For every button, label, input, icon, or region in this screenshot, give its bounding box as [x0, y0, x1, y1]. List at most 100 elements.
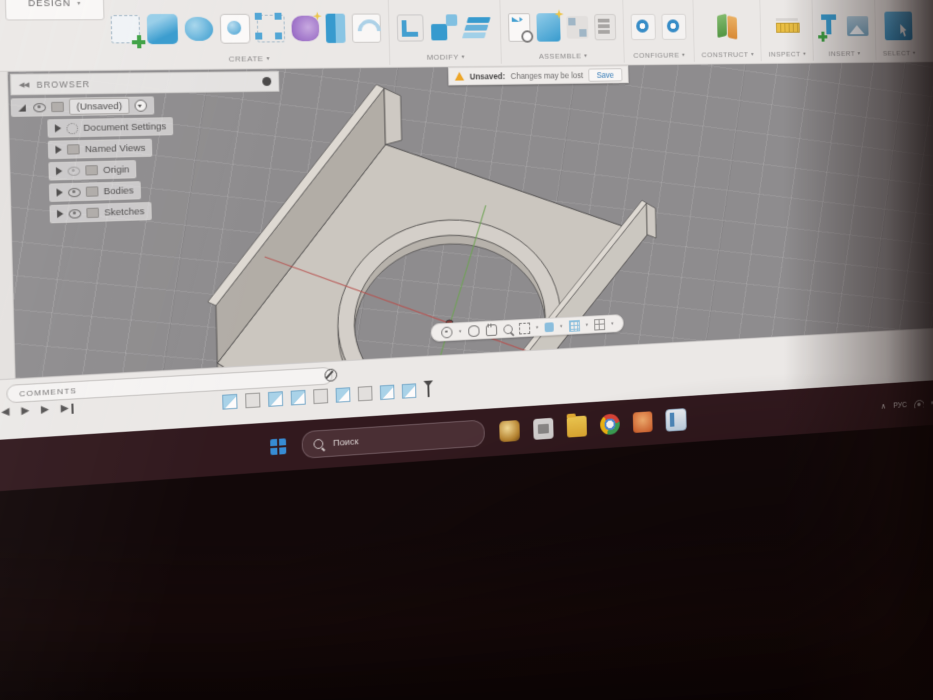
revolve-icon[interactable]	[184, 16, 214, 41]
tree-item-bodies[interactable]: Bodies	[48, 181, 142, 202]
expander-icon[interactable]	[56, 209, 64, 219]
insert-derive-icon[interactable]	[507, 13, 531, 42]
timeline-feature[interactable]	[357, 385, 373, 401]
assemble-label-text: ASSEMBLE	[538, 51, 582, 61]
tree-root-document[interactable]: (Unsaved)	[10, 96, 155, 117]
workspace-dropdown[interactable]: DESIGN ▾	[4, 0, 105, 21]
modify-group-label[interactable]: MODIFY ▾	[398, 52, 494, 62]
viewports-icon[interactable]	[594, 318, 606, 331]
timeline-feature-sketch[interactable]	[290, 389, 306, 405]
start-button-icon[interactable]	[270, 438, 287, 456]
mesh-icon[interactable]	[256, 14, 286, 43]
configure-group-label[interactable]: CONFIGURE ▾	[632, 51, 687, 60]
combine-icon[interactable]	[430, 13, 459, 42]
configure-icon[interactable]	[630, 13, 656, 41]
select-icon[interactable]	[884, 11, 913, 41]
timeline-feature-sketch[interactable]	[267, 390, 284, 407]
sheet-flange-icon[interactable]	[325, 13, 346, 44]
visibility-eye-icon[interactable]	[67, 166, 81, 176]
timeline-feature[interactable]	[245, 392, 261, 408]
chevron-down-icon[interactable]: ▾	[560, 323, 562, 329]
insert-group-label[interactable]: INSERT ▾	[820, 49, 869, 58]
construct-plane-icon[interactable]	[714, 13, 740, 41]
model-left-wall-tip	[384, 88, 402, 144]
plastic-part-icon[interactable]	[291, 15, 320, 42]
expander-open-icon[interactable]	[18, 103, 26, 112]
display-settings-icon[interactable]	[544, 321, 554, 332]
chevron-down-icon[interactable]: ▾	[536, 324, 538, 330]
app-game-gold-icon[interactable]	[499, 419, 520, 443]
measure-icon[interactable]	[774, 15, 800, 39]
extrude-icon[interactable]	[146, 13, 179, 45]
form-icon[interactable]	[219, 13, 251, 44]
joint-icon[interactable]	[536, 13, 561, 42]
document-icon	[51, 101, 64, 113]
collapse-panel-icon[interactable]: ◀◀	[19, 80, 29, 88]
insert-canvas-icon[interactable]	[846, 16, 869, 37]
orbit-icon[interactable]	[441, 325, 453, 339]
viewport-3d[interactable]: ◀◀ BROWSER (Unsaved) Document Settings N…	[7, 61, 933, 379]
create-group-label[interactable]: CREATE ▾	[112, 53, 382, 64]
chevron-down-icon[interactable]: ▾	[611, 321, 613, 327]
expander-icon[interactable]	[56, 188, 63, 197]
chevron-down-icon[interactable]: ▾	[459, 328, 461, 334]
timeline-feature[interactable]	[313, 388, 329, 404]
assemble-group-label[interactable]: ASSEMBLE ▾	[509, 51, 617, 61]
chevron-down-icon[interactable]: ▾	[586, 322, 588, 328]
ribbon-toolbar: CREATE ▾ MODIFY ▾ ASSEMBLE ▾ CONFIGURE ▾…	[101, 0, 922, 68]
expander-icon[interactable]	[55, 145, 62, 154]
fusion360-window: DESIGN ▾ SOLID SURFACE MESH SHEET METAL …	[0, 0, 933, 700]
timeline-feature-sketch[interactable]	[222, 393, 238, 410]
timeline-feature-sketch[interactable]	[379, 384, 395, 400]
origin-icon	[85, 165, 99, 176]
wifi-icon[interactable]	[914, 399, 924, 408]
app-game-orange-icon[interactable]	[632, 411, 653, 434]
sweep-icon[interactable]	[351, 13, 382, 43]
visibility-eye-icon[interactable]	[67, 187, 81, 197]
language-indicator[interactable]: РУС	[893, 400, 907, 410]
timeline-position-marker[interactable]	[427, 381, 430, 398]
step-forward-button[interactable]: ▶	[41, 404, 49, 416]
inspect-group-label[interactable]: INSPECT ▾	[768, 50, 806, 58]
search-input[interactable]	[330, 427, 474, 450]
step-back-button[interactable]: ◀	[1, 406, 10, 418]
taskbar-search[interactable]	[301, 419, 485, 459]
visibility-eye-icon[interactable]	[33, 102, 47, 112]
zoom-icon[interactable]	[502, 323, 513, 334]
chevron-down-icon: ▾	[461, 54, 465, 61]
document-menu-icon[interactable]	[134, 99, 147, 112]
file-explorer-icon[interactable]	[566, 415, 587, 438]
look-at-icon[interactable]	[467, 324, 480, 337]
select-group-label[interactable]: SELECT ▾	[883, 49, 916, 57]
timeline-feature-sketch[interactable]	[335, 386, 351, 403]
go-to-end-button[interactable]: ▶	[61, 403, 74, 415]
comments-options-icon[interactable]	[324, 368, 338, 382]
grid-snaps-icon[interactable]	[568, 319, 580, 332]
create-icons	[110, 3, 382, 56]
insert-mcmaster-icon[interactable]	[819, 13, 841, 40]
tree-item-sketches[interactable]: Sketches	[49, 201, 152, 224]
app-task-view-icon[interactable]	[533, 417, 554, 440]
motion-study-icon[interactable]	[594, 14, 617, 41]
tray-expand-icon[interactable]: ∧	[881, 401, 886, 411]
new-component-icon[interactable]	[110, 15, 141, 44]
chrome-icon[interactable]	[599, 413, 620, 436]
pan-icon[interactable]	[485, 323, 497, 336]
timeline-feature-sketch[interactable]	[401, 382, 417, 399]
construct-group-label[interactable]: CONSTRUCT ▾	[701, 50, 754, 59]
tree-item-named-views[interactable]: Named Views	[47, 138, 153, 160]
tree-item-document-settings[interactable]: Document Settings	[47, 117, 174, 138]
press-pull-icon[interactable]	[396, 14, 424, 42]
visibility-eye-icon[interactable]	[68, 208, 82, 219]
expander-icon[interactable]	[54, 124, 62, 133]
expander-icon[interactable]	[55, 166, 63, 176]
rigid-group-icon[interactable]	[566, 15, 589, 39]
app-notes-icon[interactable]	[665, 408, 687, 432]
tree-item-origin[interactable]: Origin	[48, 160, 137, 181]
split-body-icon[interactable]	[464, 13, 493, 42]
fit-icon[interactable]	[518, 322, 530, 335]
configuration-table-icon[interactable]	[661, 13, 687, 40]
work-area: V1▾ V1▾ V1▾ V1▾ ◀◀ BROWSER	[0, 61, 933, 382]
play-button[interactable]: ▶	[21, 405, 29, 417]
gear-icon	[66, 122, 79, 134]
